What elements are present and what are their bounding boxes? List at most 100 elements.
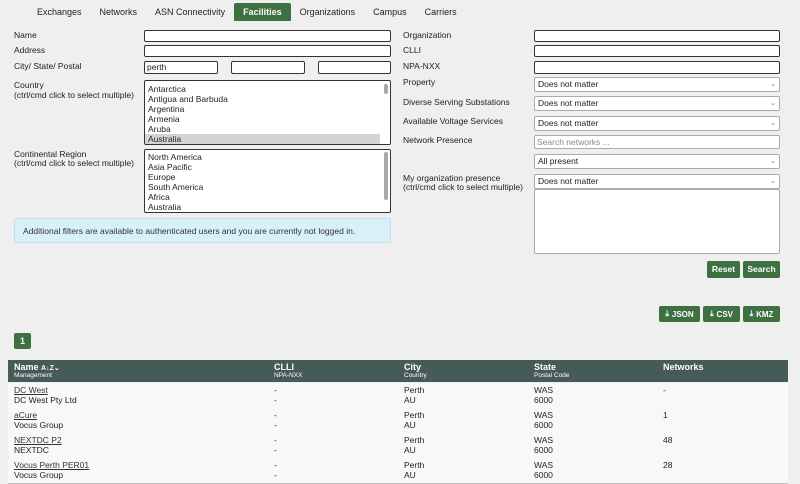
column-state-sub: Postal Code [534, 372, 570, 379]
chevron-down-icon: ⌄ [53, 365, 60, 372]
postal-text: 6000 [534, 470, 553, 480]
csv-download-button[interactable]: ⤓ CSV [703, 306, 740, 322]
facility-link[interactable]: DC West [14, 385, 48, 395]
state-input[interactable] [231, 61, 305, 74]
facility-link[interactable]: aCure [14, 410, 37, 420]
region-option[interactable]: South America [145, 182, 390, 192]
my-org-listbox[interactable] [534, 189, 780, 254]
region-option[interactable]: Europe [145, 172, 390, 182]
npa-text: - [274, 470, 277, 480]
country-option[interactable]: Armenia [145, 114, 390, 124]
facility-link[interactable]: NEXTDC P2 [14, 435, 62, 445]
column-state[interactable]: State Postal Code [534, 362, 569, 380]
networks-count: 48 [663, 435, 673, 445]
npa-nxx-input[interactable] [534, 61, 780, 74]
presence-value: All present [538, 156, 579, 166]
facility-link[interactable]: Vocus Perth PER01 [14, 460, 89, 470]
chevron-down-icon: ⌄ [770, 178, 776, 185]
search-button[interactable]: Search [743, 261, 780, 278]
country-scrollbar[interactable] [384, 84, 388, 94]
region-hint: (ctrl/cmd click to select multiple) [14, 158, 134, 168]
chevron-down-icon: ⌄ [770, 81, 776, 88]
region-option[interactable]: Australia [145, 202, 390, 212]
tab-asn-connectivity[interactable]: ASN Connectivity [146, 3, 234, 21]
table-row: aCure Vocus Group -- Perth AU WAS 6000 1 [8, 408, 788, 434]
city-text: Perth [404, 385, 425, 395]
country-label: Country [14, 80, 44, 90]
network-presence-label: Network Presence [403, 135, 473, 145]
management-text: DC West Pty Ltd [14, 395, 77, 405]
country-option[interactable]: Antigua and Barbuda [145, 94, 390, 104]
country-select[interactable]: Antarctica Antigua and Barbuda Argentina… [144, 80, 391, 145]
npa-text: - [274, 420, 277, 430]
column-city-sub: Country [404, 372, 427, 379]
table-header: Name A↓Z⌄ Management CLLI NPA-NXX City C… [8, 360, 788, 382]
kmz-download-button[interactable]: ⤓ KMZ [743, 306, 780, 322]
postal-input[interactable] [318, 61, 391, 74]
country-text: AU [404, 420, 416, 430]
diverse-select[interactable]: Does not matter ⌄ [534, 96, 780, 111]
voltage-select[interactable]: Does not matter ⌄ [534, 116, 780, 131]
presence-select[interactable]: All present ⌄ [534, 154, 780, 169]
column-city[interactable]: City Country [404, 362, 427, 380]
npa-text: - [274, 445, 277, 455]
property-value: Does not matter [538, 79, 599, 89]
country-text: AU [404, 395, 416, 405]
network-search-placeholder: Search networks ... [537, 137, 610, 147]
region-option[interactable]: Africa [145, 192, 390, 202]
column-clli[interactable]: CLLI NPA-NXX [274, 362, 302, 380]
organization-input[interactable] [534, 30, 780, 42]
tab-networks[interactable]: Networks [91, 3, 147, 21]
country-option[interactable]: Antarctica [145, 84, 390, 94]
country-hint: (ctrl/cmd click to select multiple) [14, 90, 134, 100]
npa-nxx-label: NPA-NXX [403, 61, 441, 71]
organization-label: Organization [403, 30, 452, 40]
clli-text: - [274, 385, 277, 395]
address-input[interactable] [144, 45, 391, 57]
state-text: WAS [534, 435, 554, 445]
column-city-title: City [404, 362, 422, 372]
management-text: NEXTDC [14, 445, 49, 455]
download-icon: ⤓ [665, 309, 669, 318]
pagination-page[interactable]: 1 [14, 333, 31, 349]
json-label: JSON [671, 309, 694, 319]
my-org-select[interactable]: Does not matter ⌄ [534, 174, 780, 189]
column-name[interactable]: Name A↓Z⌄ Management [14, 362, 60, 380]
npa-text: - [274, 395, 277, 405]
city-input[interactable]: perth [144, 61, 218, 74]
column-state-title: State [534, 362, 557, 372]
csv-label: CSV [716, 309, 733, 319]
my-org-value: Does not matter [538, 176, 599, 186]
country-option-selected[interactable]: Australia [145, 134, 380, 144]
management-text: Vocus Group [14, 420, 64, 430]
column-networks[interactable]: Networks [663, 362, 704, 372]
city-label: City/ State/ Postal [14, 61, 82, 71]
json-download-button[interactable]: ⤓ JSON [659, 306, 700, 322]
reset-button[interactable]: Reset [707, 261, 740, 278]
region-option[interactable]: Asia Pacific [145, 162, 390, 172]
voltage-value: Does not matter [538, 118, 599, 128]
postal-text: 6000 [534, 395, 553, 405]
column-networks-title: Networks [663, 362, 704, 372]
property-select[interactable]: Does not matter ⌄ [534, 77, 780, 92]
name-input[interactable] [144, 30, 391, 42]
column-clli-title: CLLI [274, 362, 294, 372]
table-row: NEXTDC P2 NEXTDC -- Perth AU WAS 6000 48 [8, 433, 788, 459]
tab-campus[interactable]: Campus [364, 3, 416, 21]
city-text: Perth [404, 410, 425, 420]
region-option[interactable]: North America [145, 152, 390, 162]
region-scrollbar[interactable] [384, 152, 388, 200]
column-name-sub: Management [14, 372, 52, 379]
tab-organizations[interactable]: Organizations [291, 3, 365, 21]
clli-input[interactable] [534, 45, 780, 57]
download-icon: ⤓ [749, 309, 754, 318]
country-option[interactable]: Aruba [145, 124, 390, 134]
sort-icon: A↓Z [41, 365, 54, 372]
tab-facilities[interactable]: Facilities [234, 3, 291, 21]
tab-carriers[interactable]: Carriers [416, 3, 466, 21]
country-option[interactable]: Argentina [145, 104, 390, 114]
network-search-input[interactable]: Search networks ... [534, 135, 780, 149]
region-select[interactable]: North America Asia Pacific Europe South … [144, 149, 391, 213]
tab-exchanges[interactable]: Exchanges [28, 3, 91, 21]
city-text: Perth [404, 435, 425, 445]
